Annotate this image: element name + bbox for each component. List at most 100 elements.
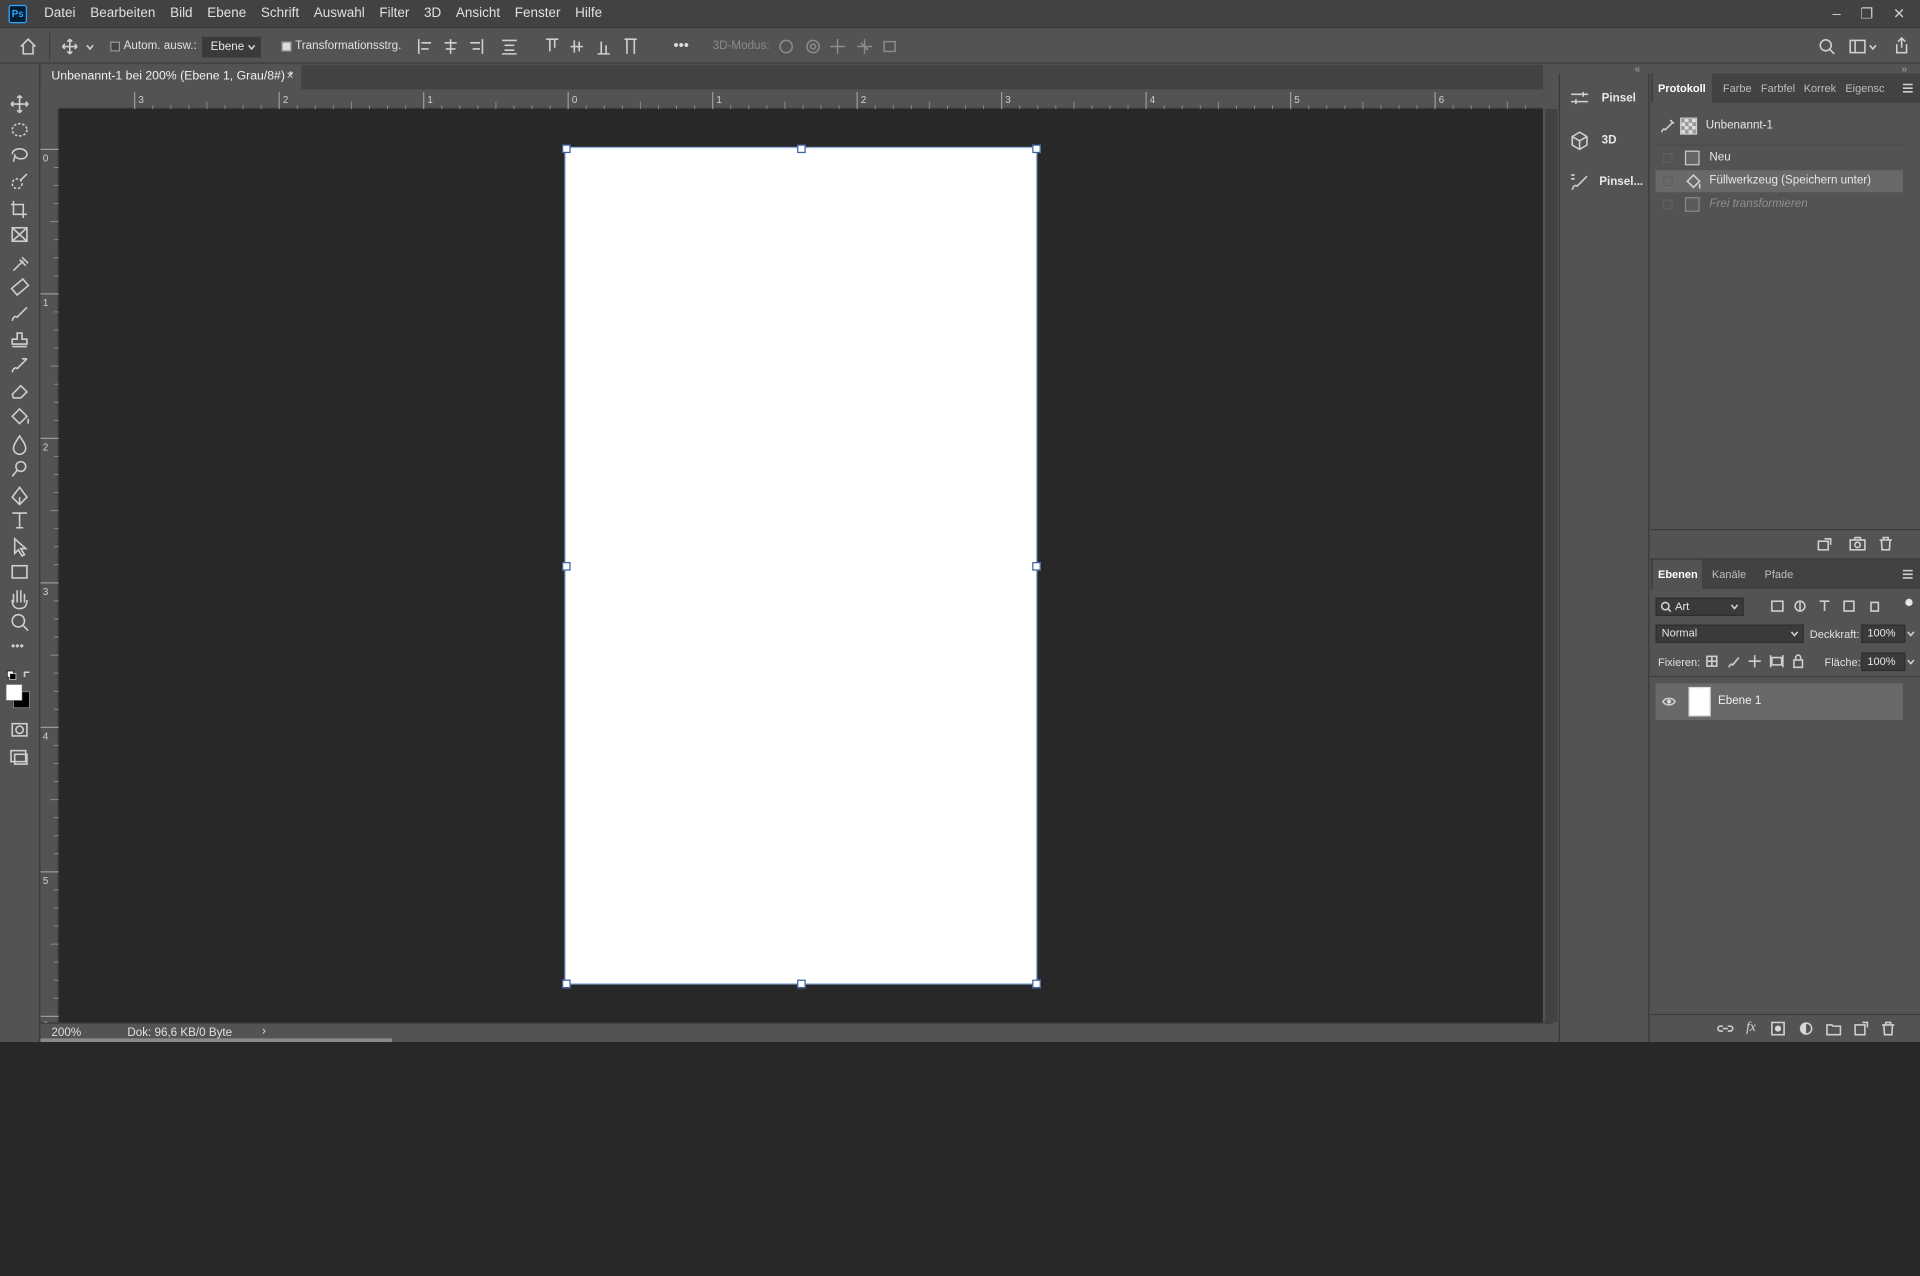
- move-tool-icon[interactable]: [10, 94, 29, 114]
- clone-stamp-icon[interactable]: [11, 332, 28, 348]
- paint-bucket-icon[interactable]: [11, 407, 29, 425]
- fill-input[interactable]: 100%: [1861, 652, 1906, 672]
- panel-menu-icon[interactable]: [1902, 569, 1914, 579]
- history-item[interactable]: Neu: [1656, 147, 1903, 169]
- close-tab-button[interactable]: ×: [287, 65, 294, 89]
- layer-style-button[interactable]: fx: [1746, 1020, 1756, 1035]
- eyedropper-icon[interactable]: [12, 256, 29, 272]
- menu-hilfe[interactable]: Hilfe: [568, 0, 610, 27]
- chevron-down-icon[interactable]: [1907, 631, 1916, 637]
- move-tool-icon[interactable]: [61, 38, 78, 55]
- trash-icon[interactable]: [1881, 1021, 1896, 1036]
- minimize-button[interactable]: –: [1832, 5, 1840, 22]
- lasso-tool-icon[interactable]: [11, 147, 28, 162]
- layer-name[interactable]: Ebene 1: [1718, 694, 1761, 707]
- menu-filter[interactable]: Filter: [372, 0, 417, 27]
- brush-presets-panel-button[interactable]: Pinsel...: [1560, 164, 1648, 198]
- pen-tool-icon[interactable]: [11, 486, 28, 506]
- eye-icon[interactable]: [1661, 696, 1677, 708]
- transform-handle-left[interactable]: [562, 562, 571, 571]
- workspace-icon[interactable]: [1849, 38, 1878, 55]
- menu-3d[interactable]: 3D: [417, 0, 449, 27]
- brush-settings-panel-button[interactable]: Pinsel: [1560, 81, 1648, 115]
- transform-handle-top-left[interactable]: [562, 144, 571, 154]
- screen-mode-icon[interactable]: [10, 749, 28, 765]
- tab-eigenschaften[interactable]: Eigensc: [1840, 73, 1889, 102]
- crop-tool-icon[interactable]: [11, 200, 27, 218]
- transform-handle-bottom[interactable]: [797, 979, 806, 989]
- zoom-tool-icon[interactable]: [11, 613, 29, 632]
- history-brush-icon[interactable]: [11, 357, 28, 373]
- chevron-down-icon[interactable]: [86, 44, 95, 51]
- rectangle-tool-icon[interactable]: [11, 564, 28, 579]
- panel-menu-icon[interactable]: [1902, 83, 1914, 93]
- history-snapshot[interactable]: Unbenannt-1: [1656, 114, 1903, 138]
- layer-filter-icons[interactable]: [1768, 598, 1915, 615]
- path-select-icon[interactable]: [13, 537, 28, 557]
- menu-datei[interactable]: Datei: [37, 0, 83, 27]
- search-icon[interactable]: [1818, 38, 1835, 55]
- status-arrow-button[interactable]: ›: [262, 1025, 266, 1038]
- restore-button[interactable]: ❐: [1860, 5, 1873, 22]
- distribute-buttons[interactable]: [544, 38, 649, 55]
- tab-ebenen[interactable]: Ebenen: [1653, 559, 1703, 589]
- menu-bild[interactable]: Bild: [163, 0, 200, 27]
- swap-colors-icon[interactable]: [7, 670, 30, 680]
- more-options-button[interactable]: •••: [673, 37, 688, 54]
- vertical-scrollbar[interactable]: [1545, 108, 1558, 1023]
- type-tool-icon[interactable]: [12, 512, 27, 529]
- transform-handle-right[interactable]: [1032, 562, 1041, 571]
- auto-select-checkbox[interactable]: [110, 41, 121, 52]
- auto-select-dropdown[interactable]: Ebene: [202, 36, 261, 58]
- eraser-icon[interactable]: [11, 384, 29, 399]
- share-icon[interactable]: [1893, 36, 1910, 55]
- trash-icon[interactable]: [1878, 536, 1893, 551]
- new-document-from-state-icon[interactable]: [1817, 537, 1832, 551]
- ps-logo[interactable]: Ps: [8, 4, 27, 23]
- add-mask-icon[interactable]: [1771, 1021, 1786, 1036]
- close-window-button[interactable]: ✕: [1893, 5, 1905, 22]
- edit-toolbar-icon[interactable]: •••: [11, 639, 24, 653]
- 3d-panel-button[interactable]: 3D: [1560, 122, 1648, 156]
- transform-handle-top-right[interactable]: [1032, 144, 1041, 154]
- lock-icons[interactable]: [1703, 653, 1808, 670]
- brush-tool-icon[interactable]: [11, 306, 28, 322]
- history-source-checkbox[interactable]: [1662, 153, 1673, 163]
- hand-tool-icon[interactable]: [11, 590, 28, 610]
- opacity-input[interactable]: 100%: [1861, 624, 1906, 643]
- tab-korrekturen[interactable]: Korrek: [1799, 73, 1841, 102]
- document-canvas[interactable]: [562, 144, 1041, 989]
- tab-farbe[interactable]: Farbe: [1718, 73, 1757, 102]
- new-layer-icon[interactable]: [1854, 1021, 1869, 1036]
- quick-mask-icon[interactable]: [11, 722, 28, 737]
- horizontal-scrollbar-thumb[interactable]: [40, 1038, 392, 1043]
- layer-filter-dropdown[interactable]: Art: [1655, 597, 1744, 616]
- history-item-undone[interactable]: Frei transformieren: [1656, 193, 1903, 215]
- color-swatches[interactable]: [5, 684, 30, 709]
- history-source-checkbox[interactable]: [1662, 199, 1673, 210]
- tab-kanaele[interactable]: Kanäle: [1707, 560, 1751, 589]
- folder-icon[interactable]: [1826, 1021, 1842, 1036]
- transform-controls-checkbox[interactable]: [281, 41, 292, 52]
- blend-mode-dropdown[interactable]: Normal: [1655, 624, 1804, 643]
- document-tab[interactable]: Unbenannt-1 bei 200% (Ebene 1, Grau/8#) …: [41, 64, 302, 90]
- transform-handle-top[interactable]: [797, 144, 806, 154]
- tab-farbfelder[interactable]: Farbfel: [1756, 73, 1800, 102]
- layer-row[interactable]: Ebene 1: [1655, 683, 1903, 721]
- history-item-active[interactable]: Füllwerkzeug (Speichern unter): [1655, 170, 1903, 193]
- menu-auswahl[interactable]: Auswahl: [306, 0, 372, 27]
- transform-handle-bottom-left[interactable]: [562, 979, 571, 989]
- history-source-checkbox[interactable]: [1662, 176, 1673, 187]
- camera-icon[interactable]: [1849, 536, 1866, 551]
- frame-tool-icon[interactable]: [11, 226, 28, 243]
- home-icon[interactable]: [18, 37, 38, 55]
- menu-ebene[interactable]: Ebene: [200, 0, 254, 27]
- quick-select-icon[interactable]: [11, 173, 28, 190]
- blur-tool-icon[interactable]: [12, 434, 27, 456]
- adjustment-layer-icon[interactable]: [1799, 1021, 1814, 1036]
- menu-bearbeiten[interactable]: Bearbeiten: [83, 0, 163, 27]
- align-buttons[interactable]: [416, 38, 526, 55]
- transform-handle-bottom-right[interactable]: [1032, 979, 1041, 989]
- chevron-down-icon[interactable]: [1907, 659, 1916, 665]
- link-layers-icon[interactable]: [1717, 1022, 1734, 1034]
